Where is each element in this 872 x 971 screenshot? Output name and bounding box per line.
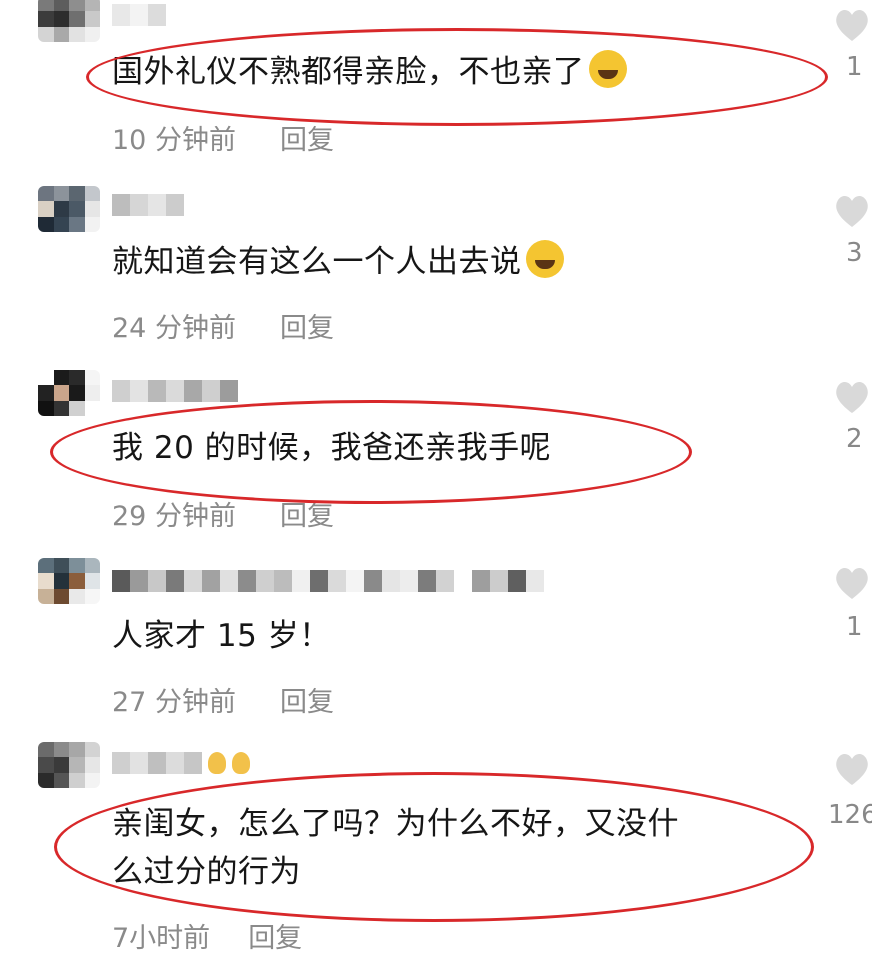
comment-meta: 29 分钟前 回复 bbox=[112, 494, 334, 533]
avatar[interactable] bbox=[38, 558, 100, 604]
like-count: 3 bbox=[846, 238, 863, 268]
comment-time: 7小时前 bbox=[112, 923, 211, 954]
comment-time: 27 分钟前 bbox=[112, 687, 236, 718]
avatar[interactable] bbox=[38, 0, 100, 42]
comment-meta: 27 分钟前 回复 bbox=[112, 680, 334, 719]
comment-meta: 10 分钟前 回复 bbox=[112, 118, 334, 157]
comment-time: 29 分钟前 bbox=[112, 501, 236, 532]
laughing-crying-emoji-icon bbox=[588, 50, 627, 88]
username-blurred[interactable] bbox=[112, 4, 166, 32]
comment-text: 我 20 的时候，我爸还亲我手呢 bbox=[112, 430, 552, 466]
comment-text-line: 亲闺女，怎么了吗？为什么不好，又没什 bbox=[112, 806, 679, 842]
heart-icon[interactable] bbox=[832, 190, 872, 232]
comment-text: 人家才 15 岁！ bbox=[112, 618, 331, 654]
avatar[interactable] bbox=[38, 370, 100, 416]
heart-icon[interactable] bbox=[832, 748, 872, 790]
reply-button[interactable]: 回复 bbox=[280, 313, 334, 344]
emoji-icon bbox=[232, 752, 250, 774]
comment-text: 就知道会有这么一个人出去说 bbox=[112, 240, 564, 284]
reply-button[interactable]: 回复 bbox=[280, 501, 334, 532]
reply-button[interactable]: 回复 bbox=[248, 923, 302, 954]
comment-text-line: 么过分的行为 bbox=[112, 854, 301, 890]
shocked-face-emoji-icon bbox=[525, 240, 564, 278]
like-count: 1 bbox=[846, 612, 863, 642]
comment-text: 国外礼仪不熟都得亲脸，不也亲了 bbox=[112, 50, 627, 94]
heart-icon[interactable] bbox=[832, 562, 872, 604]
comment-time: 10 分钟前 bbox=[112, 125, 236, 156]
avatar[interactable] bbox=[38, 742, 100, 788]
like-count: 126 bbox=[828, 800, 872, 830]
username-blurred[interactable] bbox=[112, 380, 238, 408]
heart-icon[interactable] bbox=[832, 4, 872, 46]
username-blurred[interactable] bbox=[112, 194, 184, 222]
username-blurred[interactable] bbox=[112, 570, 544, 598]
reply-button[interactable]: 回复 bbox=[280, 125, 334, 156]
reply-button[interactable]: 回复 bbox=[280, 687, 334, 718]
avatar[interactable] bbox=[38, 186, 100, 232]
username-blurred[interactable] bbox=[112, 752, 250, 780]
comment-meta: 7小时前 回复 bbox=[112, 916, 302, 955]
heart-icon[interactable] bbox=[832, 376, 872, 418]
like-count: 1 bbox=[846, 52, 863, 82]
comment-meta: 24 分钟前 回复 bbox=[112, 306, 334, 345]
comment-time: 24 分钟前 bbox=[112, 313, 236, 344]
emoji-icon bbox=[208, 752, 226, 774]
like-count: 2 bbox=[846, 424, 863, 454]
highlight-oval bbox=[54, 772, 814, 922]
